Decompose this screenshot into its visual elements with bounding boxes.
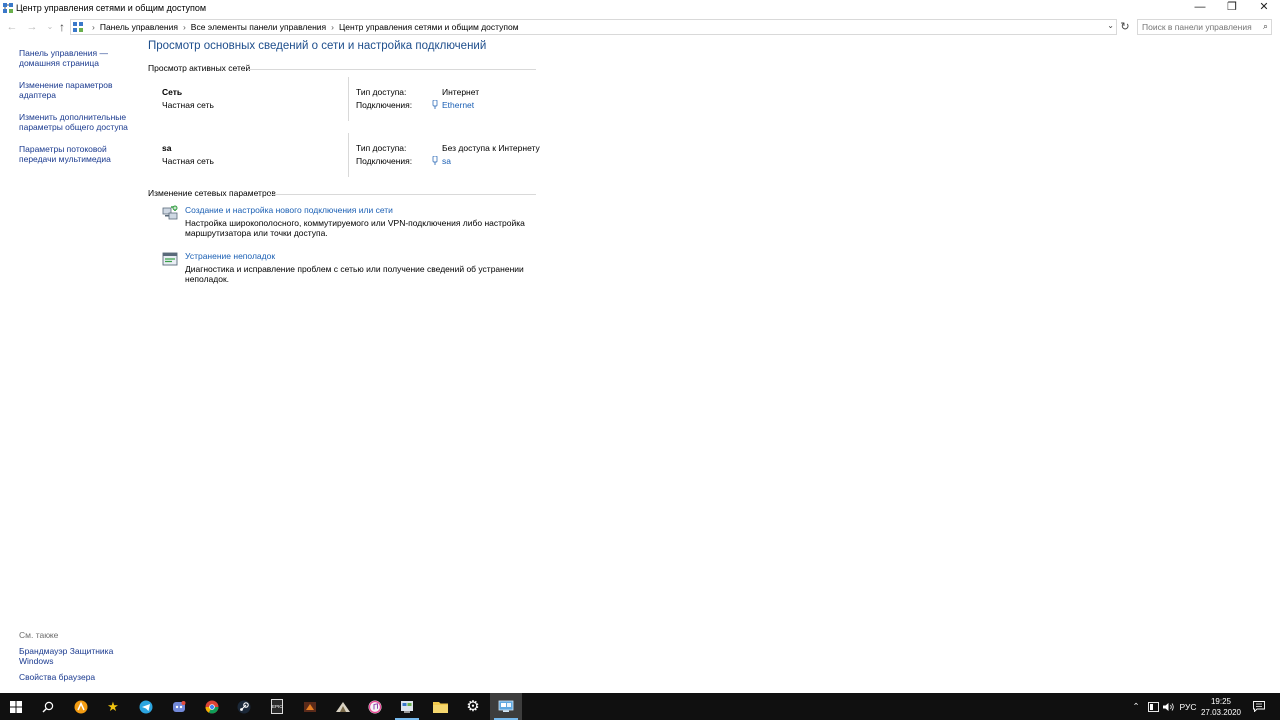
active-networks-header: Просмотр активных сетей [148,63,251,73]
notification-center-icon[interactable] [1250,693,1268,720]
access-type-value: Интернет [442,87,480,97]
see-also-header: См. также [19,630,59,640]
epic-games-icon[interactable]: EPIC [261,693,293,720]
section-divider [248,69,536,70]
clock-date: 27.03.2020 [1200,708,1242,717]
window-title: Центр управления сетями и общим доступом [16,3,207,13]
sidebar: Панель управления — домашняя страница Из… [19,48,139,176]
avast-icon[interactable] [65,693,97,720]
see-also-link-firewall[interactable]: Брандмауэр Защитника Windows [19,646,139,666]
language-indicator[interactable]: РУС [1178,693,1198,720]
task-description: Диагностика и исправление проблем с сеть… [185,264,524,284]
breadcrumb-item[interactable]: Центр управления сетями и общим доступом [339,22,519,32]
network-divider [348,77,349,121]
file-explorer-icon[interactable] [424,693,456,720]
settings-icon[interactable]: ⚙ [457,693,489,720]
taskbar: ★ EPIC ⚙ ⌃ РУС 19:25 27.03.2020 [0,693,1280,720]
search-input[interactable] [1142,21,1254,33]
control-panel-icon [73,22,83,32]
task-troubleshoot: Устранение неполадок Диагностика и испра… [162,251,542,291]
minimize-button[interactable]: — [1184,0,1216,16]
sidebar-link-control-panel-home[interactable]: Панель управления — домашняя страница [19,48,139,68]
section-divider [270,194,536,195]
volume-icon[interactable] [1162,693,1176,720]
see-also: См. также Брандмауэр Защитника Windows С… [19,630,139,688]
troubleshoot-icon [162,252,178,266]
network-card: Сеть Частная сеть Тип доступа: Интернет … [162,77,542,131]
task-description: Настройка широкополосного, коммутируемог… [185,218,525,238]
ethernet-icon [432,156,438,165]
task-new-connection: Создание и настройка нового подключения … [162,205,542,245]
refresh-icon[interactable]: ↻ [1118,19,1132,35]
network-name: sa [162,143,172,153]
search-icon[interactable] [32,693,64,720]
itunes-icon[interactable] [359,693,391,720]
tray-chevron-up-icon[interactable]: ⌃ [1128,693,1144,720]
see-also-link-internet-options[interactable]: Свойства браузера [19,672,139,682]
clock-time: 19:25 [1210,697,1232,706]
forward-arrow-icon[interactable]: → [25,20,39,34]
ethernet-icon [432,100,438,109]
network-card: sa Частная сеть Тип доступа: Без доступа… [162,133,542,187]
connections-label: Подключения: [356,100,413,110]
breadcrumb-chevron-icon[interactable]: › [331,22,334,32]
breadcrumb-item[interactable]: Панель управления [100,22,178,32]
network-name: Сеть [162,87,183,97]
network-type[interactable]: Частная сеть [162,100,214,110]
address-bar: ← → ⌄ ↑ › Панель управления › Все элементы … [0,17,1280,37]
new-connection-link[interactable]: Создание и настройка нового подключения … [185,205,393,215]
app-game-icon[interactable] [327,693,359,720]
network-type[interactable]: Частная сеть [162,156,214,166]
change-settings-header: Изменение сетевых параметров [148,188,276,198]
discord-icon[interactable] [163,693,195,720]
address-box[interactable]: › Панель управления › Все элементы панели у… [70,19,1117,35]
chevron-down-icon[interactable]: ⌄ [1107,21,1114,30]
back-arrow-icon[interactable]: ← [5,20,19,34]
troubleshoot-link[interactable]: Устранение неполадок [185,251,275,261]
network-center-icon [3,3,13,13]
network-center-icon[interactable] [490,693,522,720]
breadcrumb-chevron-icon: › [92,22,95,32]
start-icon[interactable] [0,693,32,720]
search-icon[interactable]: ⌕ [1263,21,1268,32]
window: Центр управления сетями и общим доступом… [0,0,1280,720]
epic-label: EPIC [271,699,283,714]
control-panel-icon[interactable] [391,693,423,720]
clock[interactable]: 19:25 27.03.2020 [1196,696,1246,718]
connection-link-sa[interactable]: sa [442,156,451,166]
page-title: Просмотр основных сведений о сети и наст… [148,40,487,52]
connection-link-ethernet[interactable]: Ethernet [442,100,474,110]
star-app-icon[interactable]: ★ [97,693,129,720]
steam-icon[interactable] [228,693,260,720]
maximize-button[interactable]: ❐ [1216,0,1248,16]
title-bar: Центр управления сетями и общим доступом… [0,0,1280,16]
close-button[interactable]: ✕ [1248,0,1280,16]
app-orange-icon[interactable] [294,693,326,720]
sidebar-link-adapter-settings[interactable]: Изменение параметров адаптера [19,80,139,100]
network-divider [348,133,349,177]
breadcrumb: › Панель управления › Все элементы панели у… [87,22,519,32]
access-type-label: Тип доступа: [356,87,407,97]
access-type-value: Без доступа к Интернету [442,143,540,153]
breadcrumb-chevron-icon[interactable]: › [183,22,186,32]
connections-label: Подключения: [356,156,413,166]
new-connection-icon [162,205,178,220]
sidebar-link-advanced-sharing[interactable]: Изменить дополнительные параметры общего… [19,112,139,132]
up-arrow-icon[interactable]: ↑ [55,20,69,34]
tablet-icon[interactable] [1146,693,1160,720]
chrome-icon[interactable] [196,693,228,720]
breadcrumb-item[interactable]: Все элементы панели управления [191,22,326,32]
search-box[interactable]: ⌕ [1137,19,1272,35]
sidebar-link-media-streaming[interactable]: Параметры потоковой передачи мультимедиа [19,144,139,164]
telegram-icon[interactable] [130,693,162,720]
access-type-label: Тип доступа: [356,143,407,153]
